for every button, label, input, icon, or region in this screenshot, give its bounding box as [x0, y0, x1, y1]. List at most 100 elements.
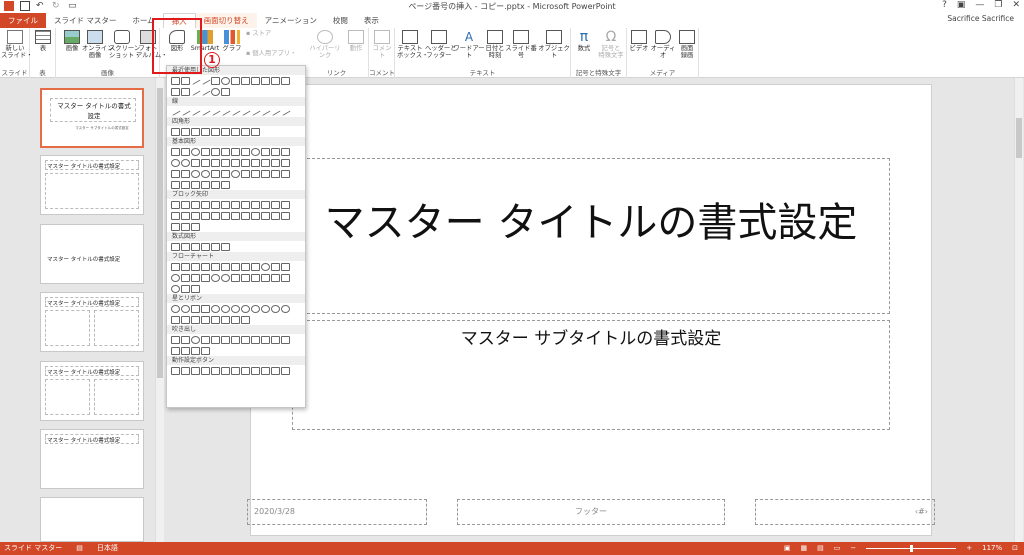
document-title: ページ番号の挿入 - コピー.pptx - Microsoft PowerPoi…: [408, 2, 616, 11]
minimize-icon[interactable]: —: [975, 0, 984, 10]
new-slide-icon: [7, 30, 23, 44]
thumbnail-2[interactable]: マスター タイトルの書式設定: [40, 155, 144, 215]
group-slides: 新しい スライド・ スライド: [0, 28, 32, 78]
my-apps-button[interactable]: ▪ 個人用アプリ・: [246, 50, 302, 57]
online-picture-button[interactable]: オンライン 画像: [82, 30, 113, 59]
tab-review[interactable]: 校閲: [325, 13, 356, 28]
zoom-slider-handle[interactable]: [910, 545, 914, 552]
flowchart-shapes-row[interactable]: [167, 261, 305, 272]
help-icon[interactable]: ?: [942, 0, 947, 10]
sorter-view-icon[interactable]: ▦: [800, 542, 807, 555]
hyperlink-button[interactable]: ハイパーリンク: [307, 30, 343, 59]
object-button[interactable]: オブジェクト: [538, 30, 570, 59]
thumbnail-1[interactable]: マスター タイトルの書式設定 マスター サブタイトルの書式設定: [40, 88, 144, 148]
slideshow-icon[interactable]: ▭: [834, 542, 841, 555]
thumbnail-4[interactable]: マスター タイトルの書式設定: [40, 292, 144, 352]
chart-button[interactable]: グラフ: [222, 30, 242, 52]
omega-icon: Ω: [605, 29, 617, 45]
slide-title[interactable]: マスター タイトルの書式設定: [292, 158, 890, 314]
comment-button[interactable]: コメント: [371, 30, 393, 59]
thumbnail-7[interactable]: [40, 497, 144, 542]
object-icon: [546, 30, 562, 44]
restore-icon[interactable]: ❐: [994, 0, 1002, 10]
zoom-out-icon[interactable]: −: [850, 542, 856, 555]
tab-animations[interactable]: アニメーション: [257, 13, 325, 28]
thumbnail-scroll-thumb[interactable]: [157, 88, 163, 378]
line-shapes-row[interactable]: [167, 106, 305, 117]
zoom-level[interactable]: 117%: [982, 542, 1002, 555]
canvas-scroll-thumb[interactable]: [1016, 118, 1022, 158]
recent-shapes-row[interactable]: [167, 75, 305, 86]
slide-number-button[interactable]: スライド番号: [505, 30, 537, 59]
thumbnail-scrollbar[interactable]: [155, 78, 164, 542]
slide-number-placeholder[interactable]: ‹#›: [755, 499, 935, 525]
tab-slide-master[interactable]: スライド マスター: [46, 13, 124, 28]
canvas-scrollbar[interactable]: [1014, 78, 1023, 542]
thumbnail-6[interactable]: マスター タイトルの書式設定: [40, 429, 144, 489]
hyperlink-icon: [317, 30, 333, 44]
action-star-icon: [348, 30, 364, 44]
group-links: ハイパーリンク 動作 リンク: [305, 28, 369, 78]
rectangle-shapes-row[interactable]: [167, 126, 305, 137]
online-picture-icon: [87, 30, 103, 44]
equation-shapes-row[interactable]: [167, 241, 305, 252]
step-marker: 1: [204, 52, 220, 68]
table-button[interactable]: 表: [34, 30, 52, 52]
status-bar: スライド マスター ▤ 日本語 ▣ ▦ ▤ ▭ − + 117% ⊡: [0, 542, 1024, 555]
basic-shapes-row[interactable]: [167, 146, 305, 157]
slide-thumbnail-pane: マスター タイトルの書式設定 マスター サブタイトルの書式設定 マスター タイト…: [0, 78, 165, 542]
tab-transitions[interactable]: 画面切り替え: [195, 13, 257, 28]
picture-button[interactable]: 画像: [62, 30, 82, 52]
calendar-icon: [487, 30, 503, 44]
table-icon: [35, 30, 51, 44]
action-buttons-row[interactable]: [167, 365, 305, 376]
pi-icon: π: [579, 29, 589, 45]
new-slide-button[interactable]: 新しい スライド・: [1, 30, 32, 59]
thumbnail-5[interactable]: マスター タイトルの書式設定: [40, 361, 144, 421]
equation-button[interactable]: π 数式: [573, 30, 595, 52]
ribbon-display-icon[interactable]: ▣: [957, 0, 966, 10]
group-comments: コメント コメント: [369, 28, 395, 78]
video-button[interactable]: ビデオ: [629, 30, 649, 52]
stars-ribbons-row[interactable]: [167, 303, 305, 314]
wordart-icon: A: [464, 30, 474, 44]
fit-window-icon[interactable]: ⊡: [1012, 542, 1018, 555]
action-button[interactable]: 動作: [345, 30, 367, 52]
screen-record-button[interactable]: 画面 録画: [677, 30, 697, 59]
textbox-icon: [402, 30, 418, 44]
picture-icon: [64, 30, 80, 44]
screenshot-button[interactable]: スクリーン ショット・: [109, 30, 140, 59]
zoom-slider[interactable]: [866, 545, 957, 552]
header-footer-button[interactable]: ヘッダーと フッター: [425, 30, 456, 59]
group-images: 画像 オンライン 画像 スクリーン ショット・ フォト アルバム・ 画像: [56, 28, 167, 78]
symbol-button[interactable]: Ω 記号と 特殊文字: [597, 30, 625, 59]
audio-button[interactable]: オーディオ: [650, 30, 676, 59]
store-button[interactable]: ▪ ストア: [246, 30, 286, 37]
language-status[interactable]: 日本語: [97, 542, 118, 555]
chart-icon: [224, 30, 240, 44]
video-icon: [631, 30, 647, 44]
tab-view[interactable]: 表示: [356, 13, 387, 28]
normal-view-icon[interactable]: ▣: [784, 542, 791, 555]
block-arrows-row[interactable]: [167, 199, 305, 210]
group-table: 表 表: [30, 28, 56, 78]
close-icon[interactable]: ✕: [1012, 0, 1020, 10]
header-footer-icon: [431, 30, 447, 44]
date-placeholder[interactable]: 2020/3/28: [247, 499, 427, 525]
proofing-icon[interactable]: ▤: [76, 542, 83, 555]
shapes-gallery: 最近使用した図形 線 四角形 基本図形 ブロック矢印 数式図形 フローチャート …: [166, 65, 306, 408]
tab-file[interactable]: ファイル: [0, 13, 46, 28]
screen-record-icon: [679, 30, 695, 44]
footer-placeholder[interactable]: フッター: [457, 499, 725, 525]
slide-subtitle[interactable]: マスター サブタイトルの書式設定: [292, 320, 890, 430]
zoom-in-icon[interactable]: +: [966, 542, 972, 555]
reading-view-icon[interactable]: ▤: [817, 542, 824, 555]
datetime-button[interactable]: 日付と 時刻: [485, 30, 505, 59]
thumbnail-3[interactable]: マスター タイトルの書式設定: [40, 224, 144, 284]
group-symbols: π 数式 Ω 記号と 特殊文字 記号と特殊文字: [571, 28, 627, 78]
wordart-button[interactable]: A ワードアート: [453, 30, 485, 59]
user-name[interactable]: Sacrifice Sacrifice: [947, 14, 1014, 23]
textbox-button[interactable]: テキスト ボックス・: [397, 30, 428, 59]
comment-icon: [374, 30, 390, 44]
callouts-row[interactable]: [167, 334, 305, 345]
